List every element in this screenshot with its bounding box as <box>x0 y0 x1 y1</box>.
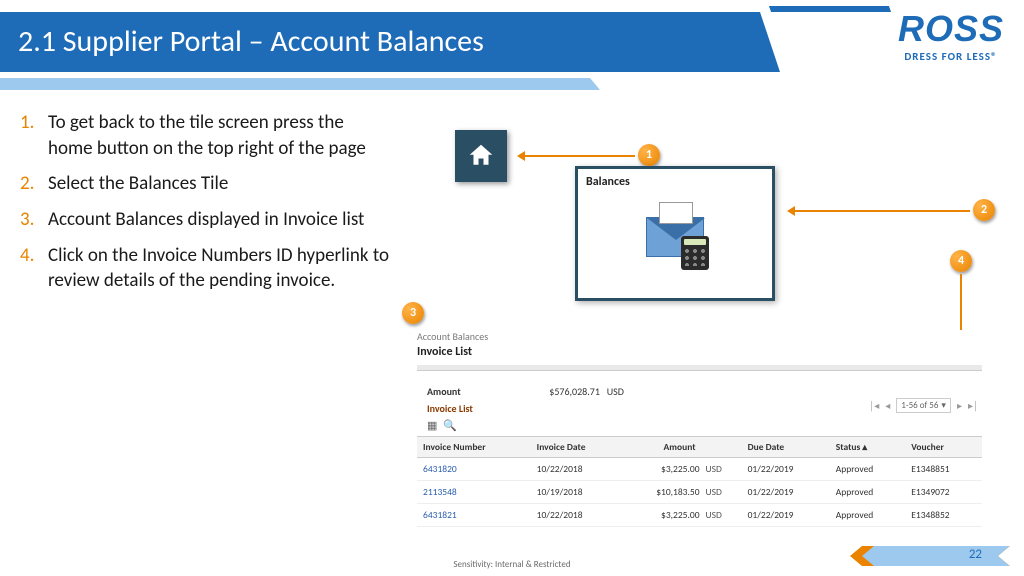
cell-status: Approved <box>830 504 905 527</box>
breadcrumb: Account Balances <box>417 330 982 343</box>
col-due-date[interactable]: Due Date <box>742 437 830 458</box>
table-header-row: Invoice Number Invoice Date Amount Due D… <box>417 437 982 458</box>
callout-arrow-1 <box>520 155 635 157</box>
home-button[interactable] <box>455 130 507 182</box>
calculator-icon <box>681 236 709 270</box>
slide: 2.1 Supplier Portal – Account Balances R… <box>0 0 1024 576</box>
cell-due: 01/22/2019 <box>742 481 830 504</box>
envelope-icon <box>646 217 704 257</box>
table-row: 6431820 10/22/2018 $3,225.00 USD 01/22/2… <box>417 458 982 481</box>
callout-marker-2: 2 <box>973 199 995 221</box>
page-number-badge: 22 <box>850 546 1010 566</box>
amount-value: $576,028.71 <box>549 385 600 398</box>
step-number: 2. <box>20 171 48 197</box>
pager[interactable]: │◂ ◂ 1-56 of 56 ▾ ▸ ▸│ <box>869 398 978 413</box>
step-text: Select the Balances Tile <box>48 171 228 197</box>
home-icon <box>466 141 496 171</box>
step-text: To get back to the tile screen press the… <box>48 110 390 161</box>
callout-arrow-2 <box>790 210 970 212</box>
ross-logo: ROSS DRESS FOR LESS® <box>898 8 1004 63</box>
cell-currency: USD <box>702 481 742 504</box>
table-row: 6431821 10/22/2018 $3,225.00 USD 01/22/2… <box>417 504 982 527</box>
col-amount[interactable]: Amount <box>623 437 701 458</box>
instruction-item: 3. Account Balances displayed in Invoice… <box>20 207 390 233</box>
pager-range[interactable]: 1-56 of 56 ▾ <box>896 398 951 413</box>
step-text: Account Balances displayed in Invoice li… <box>48 207 364 233</box>
cell-date: 10/19/2018 <box>531 481 624 504</box>
cell-date: 10/22/2018 <box>531 504 624 527</box>
step-number: 3. <box>20 207 48 233</box>
decorative-sliver <box>769 6 891 12</box>
decorative-underline <box>0 78 600 90</box>
col-currency <box>702 437 742 458</box>
cell-voucher: E1348851 <box>905 458 982 481</box>
pager-first-icon[interactable]: │◂ <box>869 399 879 412</box>
cell-date: 10/22/2018 <box>531 458 624 481</box>
page-number-shape <box>850 546 1010 566</box>
col-invoice-number[interactable]: Invoice Number <box>417 437 531 458</box>
cell-due: 01/22/2019 <box>742 458 830 481</box>
step-text: Click on the Invoice Numbers ID hyperlin… <box>48 243 390 294</box>
logo-main-text: ROSS <box>898 8 1004 50</box>
balances-tile[interactable]: Balances <box>575 166 775 301</box>
invoice-number-link[interactable]: 6431821 <box>423 509 457 521</box>
amount-currency: USD <box>607 385 624 398</box>
header-banner: 2.1 Supplier Portal – Account Balances R… <box>0 0 1024 90</box>
amount-label: Amount <box>427 385 547 398</box>
invoice-number-link[interactable]: 2113548 <box>423 486 457 498</box>
cell-currency: USD <box>702 504 742 527</box>
cell-due: 01/22/2019 <box>742 504 830 527</box>
callout-marker-4: 4 <box>950 250 972 272</box>
instruction-item: 4. Click on the Invoice Numbers ID hyper… <box>20 243 390 294</box>
table-row: 2113548 10/19/2018 $10,183.50 USD 01/22/… <box>417 481 982 504</box>
cell-voucher: E1348852 <box>905 504 982 527</box>
cell-amount: $3,225.00 <box>623 458 701 481</box>
pager-next-icon[interactable]: ▸ <box>957 399 962 412</box>
invoice-number-link[interactable]: 6431820 <box>423 463 457 475</box>
amount-summary: Amount $576,028.71 USD <box>427 385 982 398</box>
graphics-area: 1 Balances 2 3 4 Account Balances Invoic… <box>400 110 1010 550</box>
search-icon[interactable]: 🔍 <box>443 419 463 432</box>
callout-marker-1: 1 <box>638 144 660 166</box>
invoice-table: Invoice Number Invoice Date Amount Due D… <box>417 436 982 527</box>
invoice-list-panel: Account Balances Invoice List Amount $57… <box>417 330 982 527</box>
col-invoice-date[interactable]: Invoice Date <box>531 437 624 458</box>
slide-title: 2.1 Supplier Portal – Account Balances <box>0 12 780 72</box>
cell-status: Approved <box>830 458 905 481</box>
step-number: 4. <box>20 243 48 294</box>
step-number: 1. <box>20 110 48 161</box>
pager-last-icon[interactable]: ▸│ <box>968 399 978 412</box>
balances-tile-icon <box>646 217 704 257</box>
cell-amount: $3,225.00 <box>623 504 701 527</box>
instruction-item: 1. To get back to the tile screen press … <box>20 110 390 161</box>
cell-currency: USD <box>702 458 742 481</box>
toolbar-icons[interactable]: ▦🔍 <box>427 419 982 432</box>
col-voucher[interactable]: Voucher <box>905 437 982 458</box>
page-number: 22 <box>969 547 982 562</box>
chevron-down-icon: ▾ <box>941 400 946 411</box>
divider <box>417 365 982 371</box>
callout-marker-3: 3 <box>402 302 424 324</box>
paper-icon <box>659 202 693 224</box>
callout-arrow-4 <box>960 274 962 338</box>
pager-prev-icon[interactable]: ◂ <box>885 399 890 412</box>
page-title: Invoice List <box>417 345 982 359</box>
cell-voucher: E1349072 <box>905 481 982 504</box>
instructions-list: 1. To get back to the tile screen press … <box>20 110 390 304</box>
instruction-item: 2. Select the Balances Tile <box>20 171 390 197</box>
logo-sub-text: DRESS FOR LESS® <box>898 50 1004 63</box>
cell-status: Approved <box>830 481 905 504</box>
grid-icon[interactable]: ▦ <box>427 419 443 432</box>
col-status[interactable]: Status ▴ <box>830 437 905 458</box>
tile-title: Balances <box>578 169 772 195</box>
cell-amount: $10,183.50 <box>623 481 701 504</box>
